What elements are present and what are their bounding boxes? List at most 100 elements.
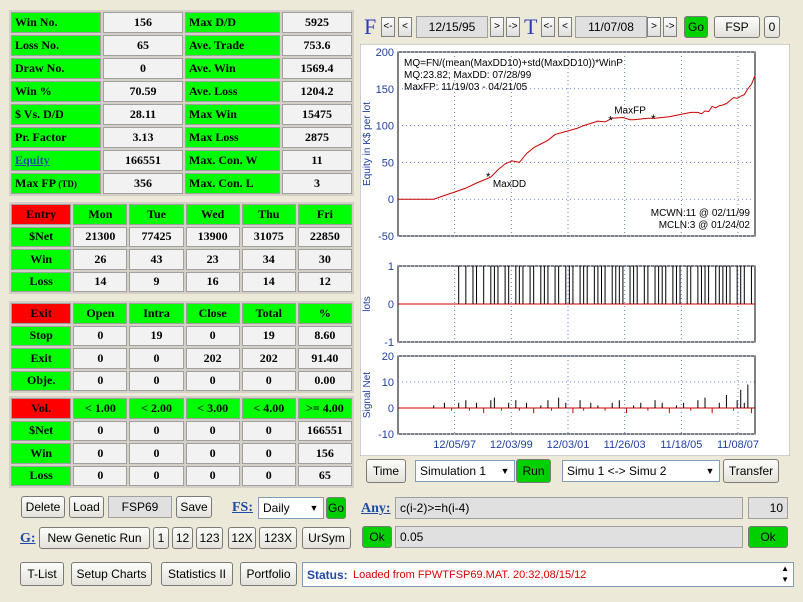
entry-cell: 31075 <box>241 226 296 247</box>
status-scroll-up-icon[interactable]: ▲ <box>781 564 789 573</box>
simulation-transfer-select[interactable]: Simu 1 <-> Simu 2 ▼ <box>562 460 720 482</box>
vol-row: $Net 0 0 0 0 166551 <box>11 420 352 441</box>
vol-header-cell: < 1.00 <box>73 398 128 419</box>
setup-charts-button[interactable]: Setup Charts <box>71 562 152 586</box>
file-name-field[interactable]: FSP69 <box>108 496 172 518</box>
any-ok-button-2[interactable]: Ok <box>748 526 788 548</box>
from-prev-prev-button[interactable]: <- <box>381 17 395 37</box>
exit-row: Obje. 0 0 0 0 0.00 <box>11 370 352 391</box>
frequency-value: Daily <box>263 501 290 515</box>
exit-cell: 202 <box>185 348 240 369</box>
stat-value-text: 753.6 <box>303 38 331 52</box>
entry-cell: 43 <box>129 249 184 270</box>
gen-123-button[interactable]: 123 <box>196 527 223 549</box>
entry-row-label: $Net <box>11 226 72 247</box>
new-genetic-run-button[interactable]: New Genetic Run <box>39 527 150 549</box>
genetic-label[interactable]: G: <box>20 531 36 547</box>
date-go-button[interactable]: Go <box>684 16 708 38</box>
delete-button[interactable]: Delete <box>21 496 65 518</box>
statistics-ii-button[interactable]: Statistics II <box>161 562 233 586</box>
entry-table: Entry Mon Tue Wed Thu Fri $Net 21300 77425 13900 3… <box>9 202 354 294</box>
frequency-select[interactable]: Daily ▼ <box>258 497 324 519</box>
stats-row: Win % 70.59 Ave. Loss 1204.2 <box>11 81 352 102</box>
gen-1-button[interactable]: 1 <box>153 527 169 549</box>
status-scroll-down-icon[interactable]: ▼ <box>781 575 789 584</box>
exit-cell: 0 <box>185 370 240 391</box>
vol-row: Win 0 0 0 0 156 <box>11 443 352 464</box>
from-label: F <box>364 14 377 39</box>
vol-cell: 0 <box>241 420 296 441</box>
entry-cell: 23 <box>185 249 240 270</box>
to-date-field[interactable]: 11/07/08 <box>575 16 647 38</box>
entry-row-label: Win <box>11 249 72 270</box>
to-prev-button[interactable]: < <box>558 17 572 37</box>
symbol-button[interactable]: FSP <box>714 16 760 38</box>
vol-header-cell: Vol. <box>11 398 72 419</box>
from-next-next-button[interactable]: -> <box>506 17 520 37</box>
stat-value: 356 <box>103 173 183 194</box>
stat-label-text: Pr. Factor <box>15 130 67 144</box>
entry-cell: 30 <box>297 249 352 270</box>
to-next-button[interactable]: > <box>647 17 661 37</box>
any-ok-button[interactable]: Ok <box>362 526 392 548</box>
any-expression-field[interactable]: c(i-2)>=h(i-4) <box>395 497 743 519</box>
stat-label: Pr. Factor <box>11 127 101 148</box>
status-bar: Status: Loaded from FPWTFSP69.MAT. 20:32… <box>302 562 794 587</box>
x-tick-label: 12/03/99 <box>490 439 533 451</box>
stat-label-text: Ave. Loss <box>189 84 238 98</box>
stat-label: Ave. Trade <box>185 35 280 56</box>
from-date-field[interactable]: 12/15/95 <box>416 16 488 38</box>
gen-123x-button[interactable]: 123X <box>259 527 297 549</box>
fs-label[interactable]: FS: <box>232 500 253 516</box>
stat-label[interactable]: Equity <box>11 150 101 171</box>
any-label[interactable]: Any: <box>361 501 391 517</box>
time-button[interactable]: Time <box>366 459 406 483</box>
stat-label: Ave. Win <box>185 58 280 79</box>
t-list-button[interactable]: T-List <box>20 562 64 586</box>
gen-12x-button[interactable]: 12X <box>228 527 256 549</box>
exit-row-label: Exit <box>11 348 72 369</box>
portfolio-button[interactable]: Portfolio <box>240 562 297 586</box>
exit-header-cell: Open <box>73 303 128 324</box>
stats-row: Draw No. 0 Ave. Win 1569.4 <box>11 58 352 79</box>
stat-label-suffix: (TD) <box>58 179 77 189</box>
any-value-field[interactable]: 0.05 <box>395 526 743 548</box>
run-button[interactable]: Run <box>516 459 551 483</box>
signal-ytick-label: 20 <box>382 351 394 363</box>
vol-cell: 0 <box>185 465 240 486</box>
stat-label: Max D/D <box>185 12 280 33</box>
stat-value: 3.13 <box>103 127 183 148</box>
simulation-transfer-value: Simu 1 <-> Simu 2 <box>567 464 667 478</box>
equity-chart: 200150100500-50*MaxDD* *MaxFPMQ=FN/(mean(… <box>360 44 790 456</box>
stat-value-text: 1204.2 <box>300 84 334 98</box>
exit-header-cell: % <box>297 303 352 324</box>
fs-go-button[interactable]: Go <box>326 497 346 519</box>
from-prev-button[interactable]: < <box>398 17 412 37</box>
stat-value: 156 <box>103 12 183 33</box>
stat-label: Max Win <box>185 104 280 125</box>
exit-row: Stop 0 19 0 19 8.60 <box>11 325 352 346</box>
stat-value-text: 0 <box>140 61 146 75</box>
from-next-button[interactable]: > <box>490 17 504 37</box>
load-button[interactable]: Load <box>69 496 104 518</box>
vol-cell: 166551 <box>297 420 352 441</box>
stat-label: Win % <box>11 81 101 102</box>
simulation-select[interactable]: Simulation 1 ▼ <box>415 460 515 482</box>
entry-header-row: Entry Mon Tue Wed Thu Fri <box>11 204 352 225</box>
to-next-next-button[interactable]: -> <box>663 17 677 37</box>
gen-12-button[interactable]: 12 <box>172 527 193 549</box>
transfer-button[interactable]: Transfer <box>723 459 779 483</box>
stat-label: Max FP (TD) <box>11 173 101 194</box>
zero-button[interactable]: 0 <box>764 16 780 38</box>
save-button[interactable]: Save <box>176 496 212 518</box>
exit-cell: 91.40 <box>297 348 352 369</box>
exit-table: Exit Open Intra Close Total% Stop 0 19 0 19 8.60 Ex… <box>9 301 354 393</box>
stats-row: $ Vs. D/D 28.11 Max Win 15475 <box>11 104 352 125</box>
to-prev-prev-button[interactable]: <- <box>541 17 555 37</box>
signal-plot-area <box>397 355 756 435</box>
ursym-button[interactable]: UrSym <box>302 527 351 549</box>
any-count-field[interactable]: 10 <box>748 497 788 519</box>
entry-row: $Net 21300 77425 13900 31075 22850 <box>11 226 352 247</box>
vol-row-label: $Net <box>11 420 72 441</box>
entry-header-cell: Entry <box>11 204 72 225</box>
